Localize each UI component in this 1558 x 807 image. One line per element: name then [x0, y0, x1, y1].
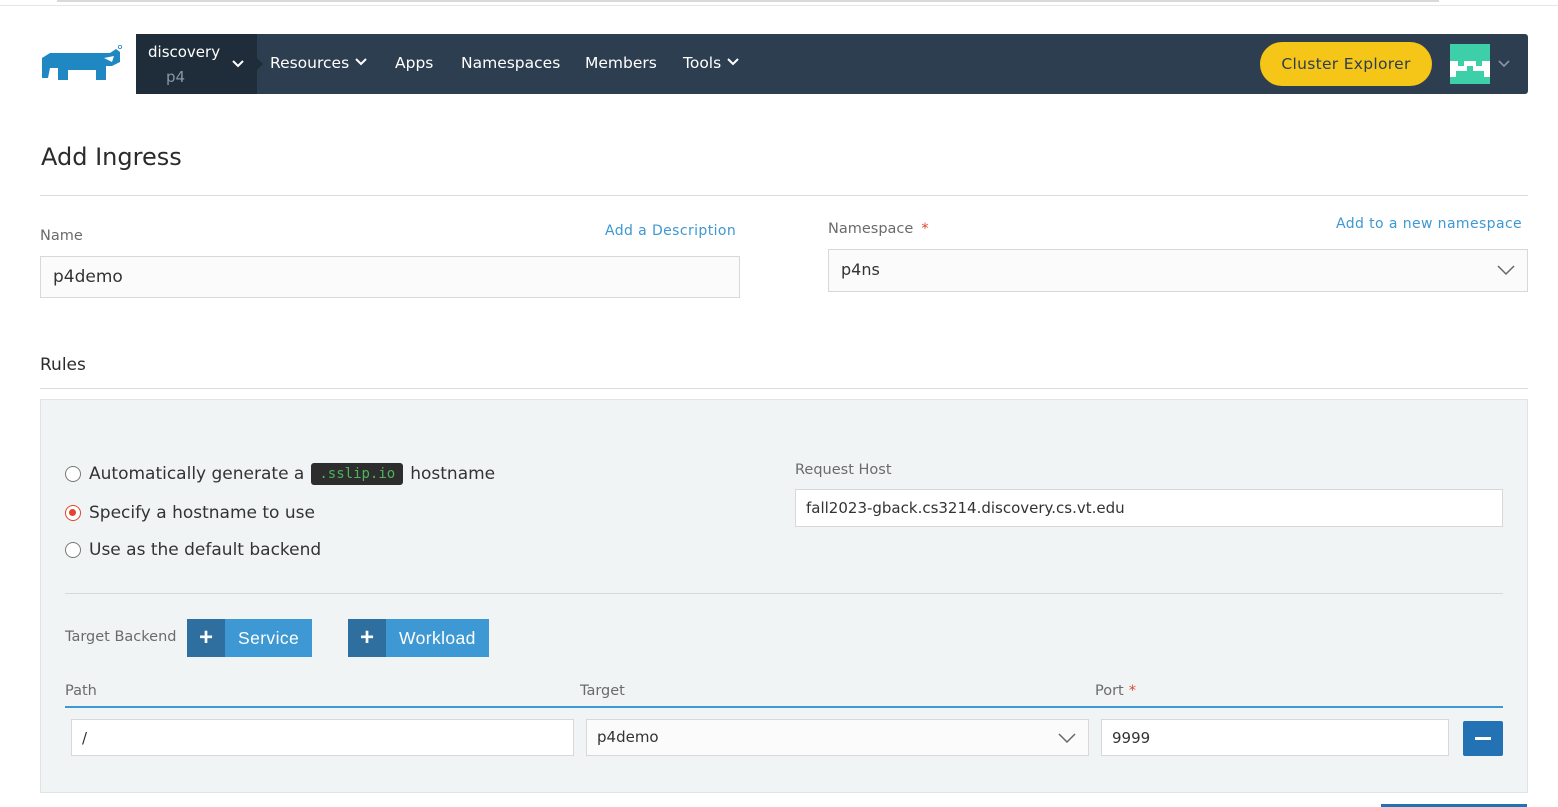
top-navbar: discovery p4 Resources Apps Namespaces M…	[136, 34, 1528, 94]
page-title: Add Ingress	[41, 143, 182, 171]
request-host-label: Request Host	[795, 462, 892, 478]
target-select-value: p4demo	[597, 728, 659, 746]
chevron-down-icon	[232, 60, 244, 68]
namespace-label: Namespace *	[828, 221, 929, 237]
chevron-down-icon	[1058, 733, 1076, 744]
path-column-header: Path	[65, 683, 97, 699]
cluster-explorer-button[interactable]: Cluster Explorer	[1260, 42, 1432, 86]
sslip-code: .sslip.io	[311, 463, 404, 485]
rancher-logo-icon[interactable]	[40, 44, 124, 84]
add-workload-label: Workload	[386, 619, 489, 657]
cluster-name: discovery	[148, 43, 221, 61]
port-column-header: Port *	[1095, 683, 1136, 699]
add-service-label: Service	[225, 619, 313, 657]
nav-apps-label: Apps	[395, 54, 434, 72]
plus-icon: +	[348, 619, 386, 657]
panel-divider	[65, 593, 1503, 594]
target-select[interactable]: p4demo	[586, 719, 1089, 756]
radio-specify-hostname-circle[interactable]	[65, 505, 81, 521]
radio-auto-hostname-circle[interactable]	[65, 466, 81, 482]
radio-default-label: Use as the default backend	[89, 540, 322, 560]
name-input[interactable]	[40, 256, 740, 298]
radio-default-backend[interactable]: Use as the default backend	[65, 540, 321, 560]
nav-resources-label: Resources	[270, 54, 350, 72]
nav-members-label: Members	[585, 54, 657, 72]
title-divider	[40, 195, 1528, 196]
port-input[interactable]	[1101, 719, 1449, 756]
rules-section-title: Rules	[40, 355, 86, 375]
add-workload-button[interactable]: + Workload	[348, 619, 489, 657]
chevron-down-icon[interactable]	[1498, 60, 1510, 68]
rules-panel: Automatically generate a .sslip.io hostn…	[40, 399, 1528, 793]
namespace-select-value: p4ns	[841, 260, 880, 279]
name-label: Name	[40, 228, 83, 244]
project-name: p4	[166, 68, 186, 86]
nav-tools[interactable]: Tools	[683, 54, 739, 72]
remove-rule-button[interactable]	[1463, 721, 1503, 756]
nav-namespaces-label: Namespaces	[461, 54, 561, 72]
cluster-project-picker[interactable]: discovery p4	[136, 34, 257, 94]
radio-auto-suffix: hostname	[410, 464, 496, 484]
radio-auto-hostname[interactable]: Automatically generate a .sslip.io hostn…	[65, 463, 495, 485]
top-divider-secondary	[0, 5, 1558, 6]
nav-arrow-decoration	[257, 58, 263, 70]
nav-resources[interactable]: Resources	[270, 54, 367, 72]
chevron-down-icon	[727, 58, 739, 66]
request-host-input[interactable]	[795, 489, 1503, 527]
radio-specify-hostname[interactable]: Specify a hostname to use	[65, 503, 315, 523]
nav-namespaces[interactable]: Namespaces	[461, 54, 560, 72]
user-avatar-icon[interactable]	[1450, 44, 1490, 84]
add-new-namespace-link[interactable]: Add to a new namespace	[1336, 216, 1522, 232]
plus-icon: +	[187, 619, 225, 657]
add-description-link[interactable]: Add a Description	[605, 223, 736, 239]
target-column-header: Target	[580, 683, 625, 699]
target-backend-label: Target Backend	[65, 629, 177, 645]
rules-table-header-line	[65, 706, 1503, 708]
nav-members[interactable]: Members	[585, 54, 657, 72]
required-marker: *	[921, 221, 929, 237]
namespace-select[interactable]: p4ns	[828, 249, 1528, 292]
nav-apps[interactable]: Apps	[395, 54, 433, 72]
add-service-button[interactable]: + Service	[187, 619, 313, 657]
path-input[interactable]	[71, 719, 574, 756]
chevron-down-icon	[1497, 265, 1515, 276]
required-marker: *	[1128, 683, 1136, 699]
top-divider	[57, 0, 1439, 2]
minus-icon	[1475, 737, 1491, 740]
nav-tools-label: Tools	[683, 54, 722, 72]
chevron-down-icon	[355, 58, 367, 66]
port-column-text: Port	[1095, 683, 1124, 699]
radio-specify-label: Specify a hostname to use	[89, 503, 315, 523]
radio-auto-prefix: Automatically generate a	[89, 464, 305, 484]
rules-divider	[40, 388, 1528, 389]
namespace-label-text: Namespace	[828, 221, 914, 237]
radio-default-backend-circle[interactable]	[65, 542, 81, 558]
